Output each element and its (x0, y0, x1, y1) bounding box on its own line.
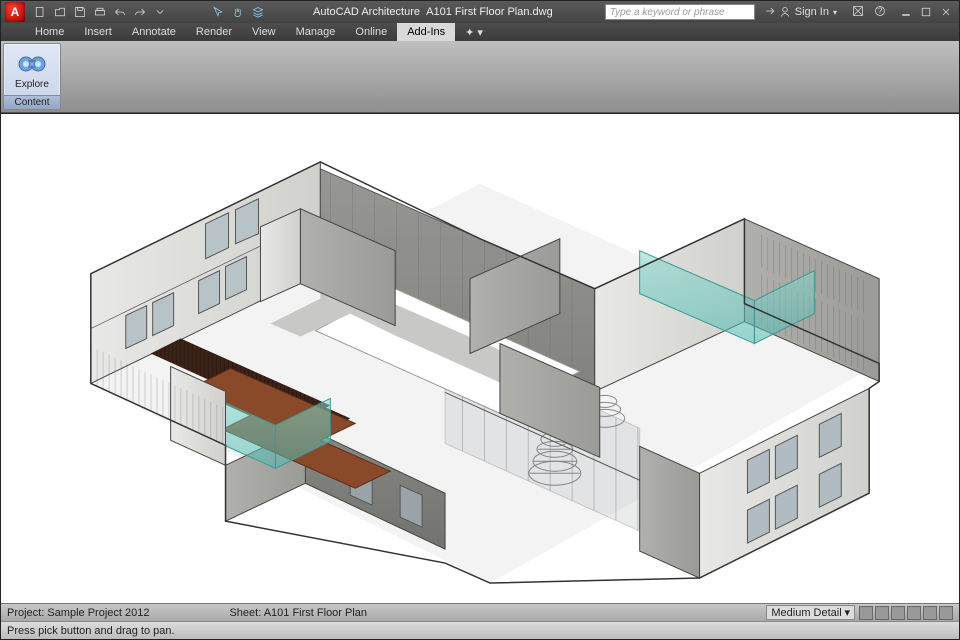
search-input[interactable]: Type a keyword or phrase (605, 4, 755, 20)
app-name: AutoCAD Architecture (313, 6, 420, 18)
exchange-icon[interactable] (849, 5, 867, 20)
drawing-viewport[interactable] (1, 113, 959, 603)
tab-view[interactable]: View (242, 23, 286, 41)
status-icon-5[interactable] (923, 606, 937, 620)
undo-icon[interactable] (111, 3, 129, 21)
user-icon (779, 6, 791, 18)
window-title: AutoCAD Architecture A101 First Floor Pl… (267, 6, 599, 18)
ribbon-group-label: Content (4, 95, 60, 109)
detail-level-label: Medium Detail (771, 607, 841, 619)
minimize-button[interactable] (897, 3, 915, 21)
tab-online[interactable]: Online (345, 23, 397, 41)
binoculars-icon (16, 50, 48, 78)
window-controls (897, 3, 955, 21)
cursor-icon[interactable] (209, 3, 227, 21)
signin-button[interactable]: Sign In ▾ (779, 6, 837, 18)
print-icon[interactable] (91, 3, 109, 21)
view-tools (209, 3, 267, 21)
status-icon-2[interactable] (875, 606, 889, 620)
svg-text:?: ? (878, 6, 883, 15)
command-hint: Press pick button and drag to pan. (7, 625, 175, 637)
application-window: A AutoCAD Architecture A101 First Floor … (0, 0, 960, 640)
status-sheet: Sheet: A101 First Floor Plan (229, 607, 367, 619)
command-hint-bar: Press pick button and drag to pan. (1, 621, 959, 639)
status-icon-1[interactable] (859, 606, 873, 620)
signin-label: Sign In (795, 6, 829, 18)
save-icon[interactable] (71, 3, 89, 21)
tab-addins[interactable]: Add-Ins (397, 23, 455, 41)
title-bar: A AutoCAD Architecture A101 First Floor … (1, 1, 959, 23)
hand-icon[interactable] (229, 3, 247, 21)
chevron-down-icon: ▾ (833, 8, 837, 17)
search-submit-icon[interactable] (761, 3, 779, 21)
status-icon-6[interactable] (939, 606, 953, 620)
ribbon: Explore Content (1, 41, 959, 113)
status-icon-3[interactable] (891, 606, 905, 620)
explore-button[interactable]: Explore (4, 44, 60, 95)
quick-access-toolbar (31, 3, 169, 21)
maximize-button[interactable] (917, 3, 935, 21)
status-bar: Project: Sample Project 2012 Sheet: A101… (1, 603, 959, 621)
floor-plan-3d (1, 114, 959, 603)
open-icon[interactable] (51, 3, 69, 21)
tab-render[interactable]: Render (186, 23, 242, 41)
tab-home[interactable]: Home (25, 23, 74, 41)
layers-icon[interactable] (249, 3, 267, 21)
redo-icon[interactable] (131, 3, 149, 21)
new-icon[interactable] (31, 3, 49, 21)
chevron-down-icon: ▾ (844, 607, 850, 619)
explore-label: Explore (15, 79, 49, 90)
tab-insert[interactable]: Insert (74, 23, 122, 41)
document-name: A101 First Floor Plan.dwg (426, 6, 553, 18)
help-icon[interactable]: ? (871, 5, 889, 20)
detail-level-dropdown[interactable]: Medium Detail ▾ (766, 605, 855, 620)
tab-annotate[interactable]: Annotate (122, 23, 186, 41)
status-tray-icons (859, 606, 953, 620)
close-button[interactable] (937, 3, 955, 21)
menu-bar: Home Insert Annotate Render View Manage … (1, 23, 959, 41)
qat-dropdown-icon[interactable] (151, 3, 169, 21)
ribbon-group-content: Explore Content (3, 43, 61, 110)
status-project: Project: Sample Project 2012 (7, 607, 149, 619)
tab-manage[interactable]: Manage (286, 23, 346, 41)
status-icon-4[interactable] (907, 606, 921, 620)
tab-extra-icon[interactable]: ✦ ▾ (455, 23, 493, 41)
application-menu-button[interactable]: A (5, 2, 25, 22)
